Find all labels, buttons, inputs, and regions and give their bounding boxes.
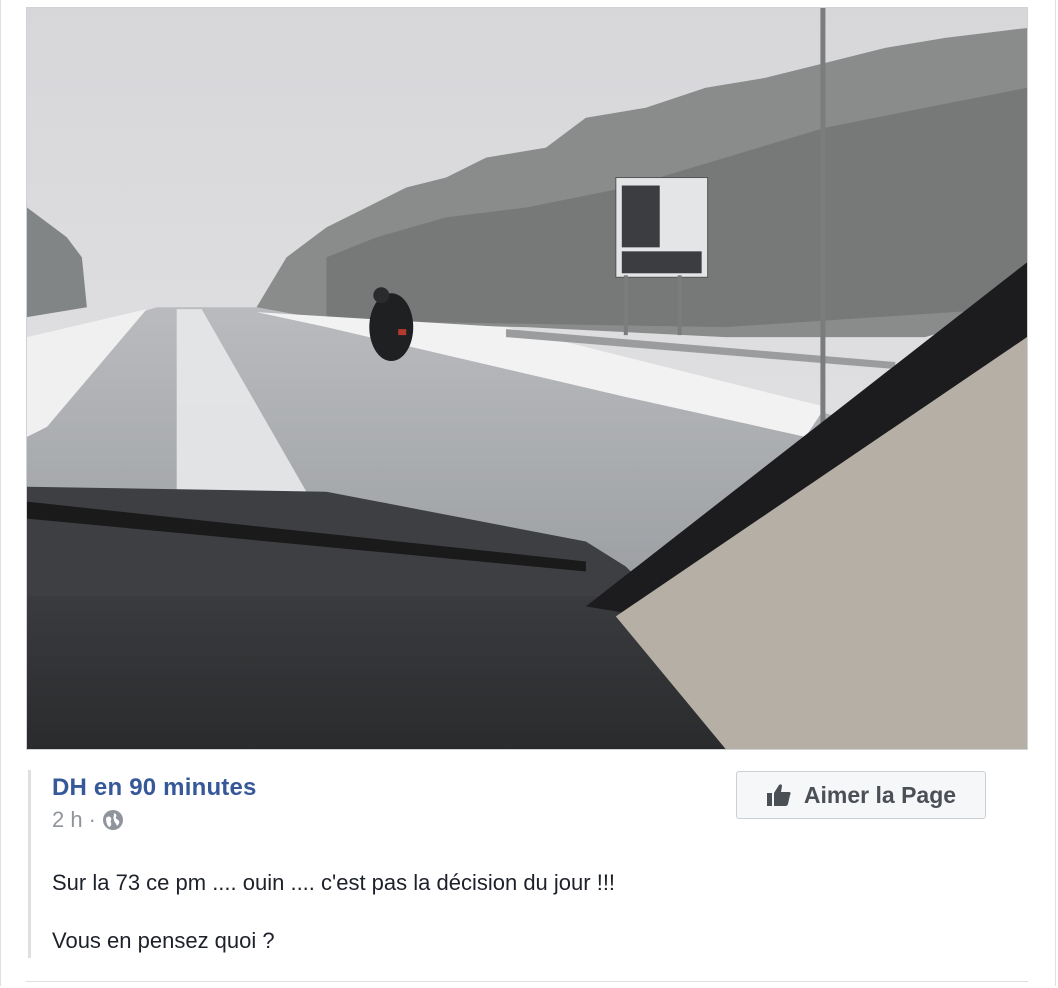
- globe-icon: [102, 809, 124, 831]
- share-attachment: DH en 90 minutes 2 h · Aimer la Page Sur…: [26, 750, 1028, 982]
- quote-bar: [28, 770, 31, 958]
- like-page-button[interactable]: Aimer la Page: [736, 771, 986, 819]
- road-photo-illustration: [27, 8, 1027, 749]
- timestamp[interactable]: 2 h: [52, 807, 83, 833]
- page-name-link[interactable]: DH en 90 minutes: [52, 774, 257, 802]
- post-photo[interactable]: [26, 7, 1028, 750]
- like-page-label: Aimer la Page: [803, 781, 957, 808]
- meta-separator: ·: [88, 807, 96, 832]
- post-message-line: Vous en pensez quoi ?: [52, 928, 275, 953]
- post-message-line: Sur la 73 ce pm .... ouin .... c'est pas…: [52, 870, 616, 895]
- divider: [26, 981, 1028, 982]
- post-meta: 2 h ·: [52, 807, 124, 833]
- thumbs-up-icon: [766, 782, 792, 808]
